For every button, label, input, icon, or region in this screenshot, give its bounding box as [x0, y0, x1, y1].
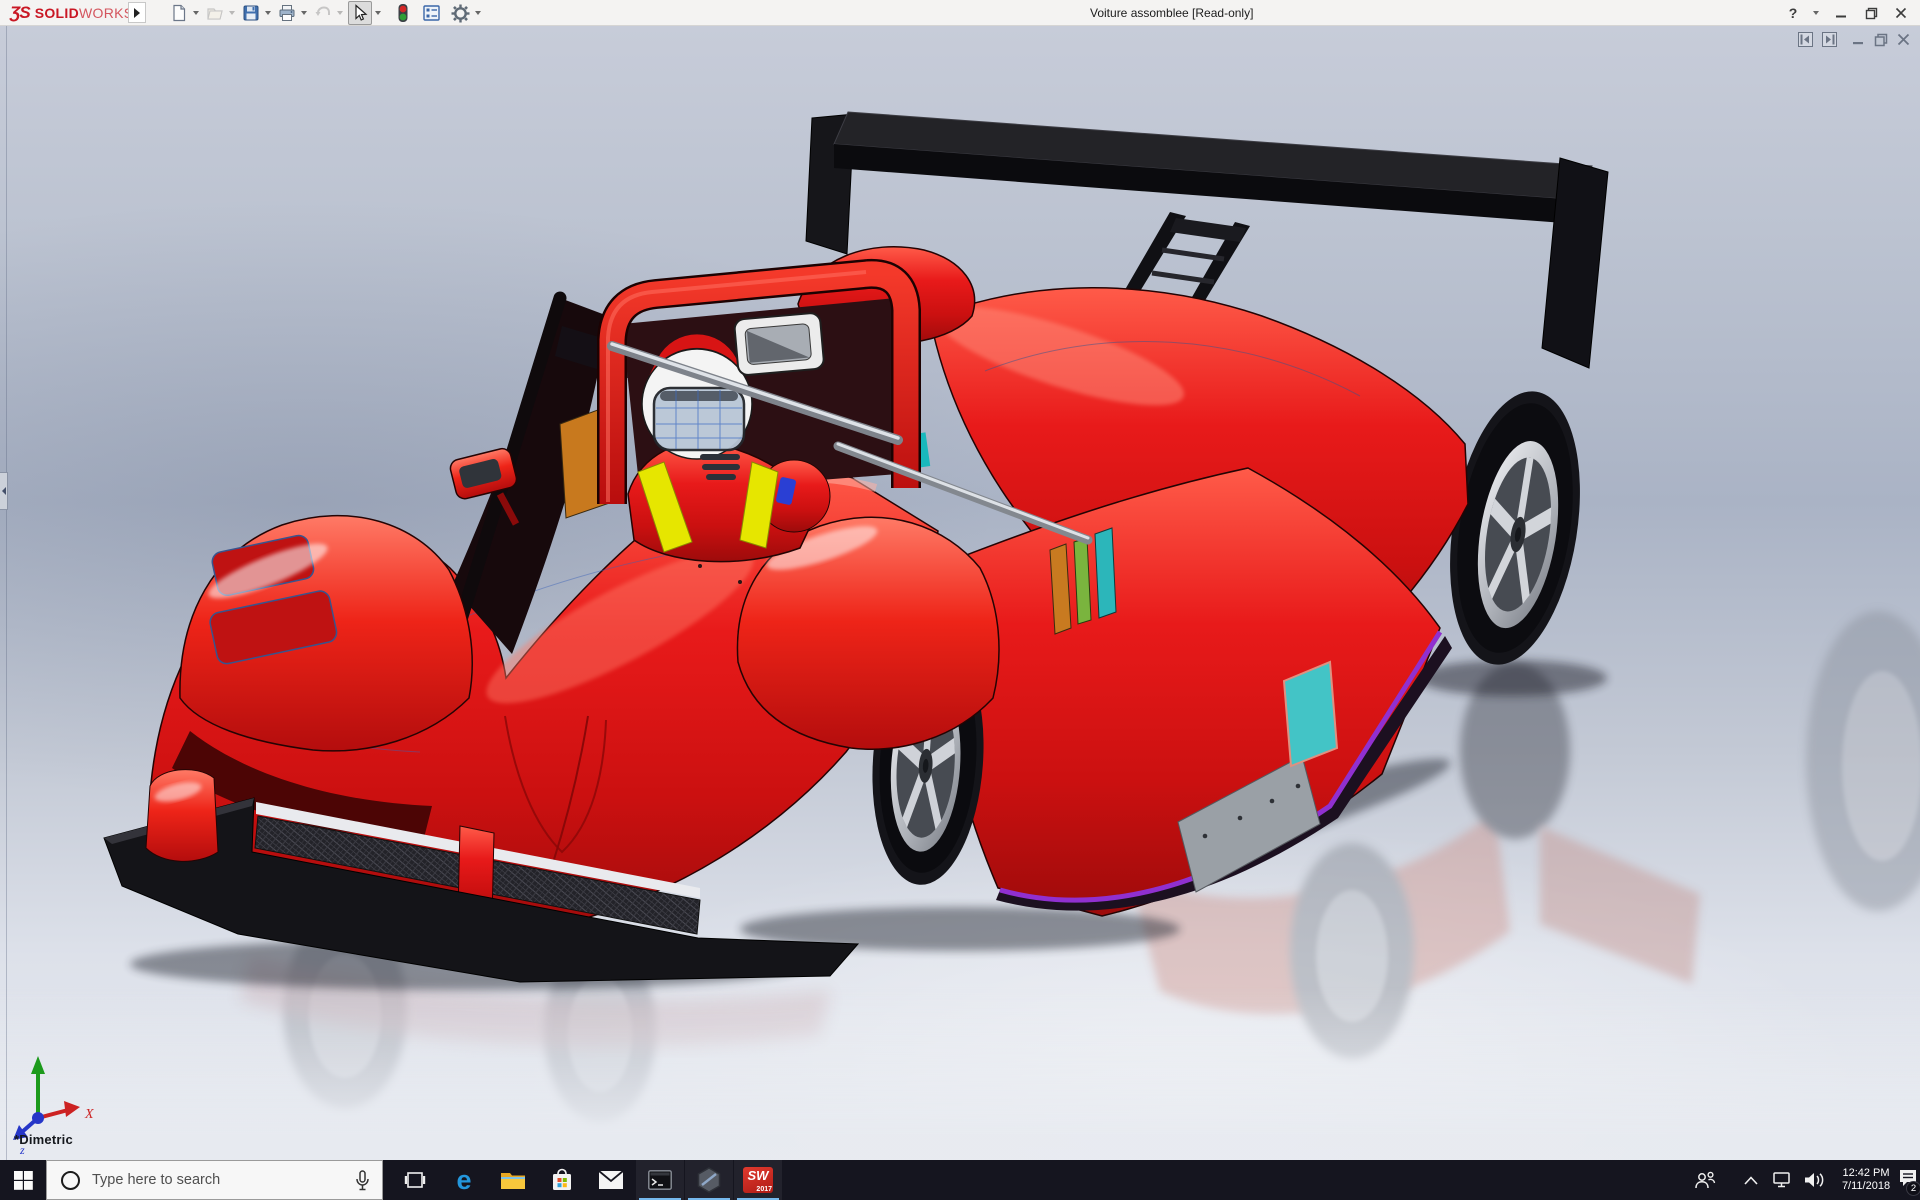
open-button[interactable] — [204, 1, 226, 25]
undo-icon — [315, 6, 330, 16]
save-button[interactable] — [240, 1, 262, 25]
minimize-button[interactable] — [1828, 2, 1854, 24]
store-button[interactable] — [538, 1160, 586, 1200]
action-center-button[interactable]: 2 — [1896, 1160, 1920, 1200]
help-dropdown-caret[interactable] — [1813, 11, 1819, 15]
taskbar-clock[interactable]: 12:42 PM 7/11/2018 — [1834, 1160, 1898, 1200]
side-window-teal — [1282, 660, 1339, 768]
display-settings-icon — [423, 5, 440, 21]
restore-icon — [1865, 7, 1877, 19]
quick-access-toolbar — [168, 0, 486, 26]
save-dropdown-caret[interactable] — [265, 11, 271, 15]
rebuild-button[interactable] — [394, 1, 412, 25]
network-button[interactable] — [1768, 1160, 1796, 1200]
doc-minimize-button[interactable] — [1852, 33, 1865, 46]
car-3d-model: X z — [0, 111, 1920, 1160]
display-settings-button[interactable] — [420, 1, 443, 25]
hexagon-app-icon — [697, 1167, 721, 1193]
expand-pane-button[interactable] — [1822, 32, 1837, 47]
view-orientation-label: *Dimetric — [14, 1132, 73, 1147]
store-icon — [553, 1168, 571, 1190]
save-floppy-icon — [243, 5, 259, 21]
close-button[interactable] — [1888, 2, 1914, 24]
flyout-arrow-icon — [134, 7, 140, 18]
clock-time: 12:42 PM — [1842, 1167, 1890, 1179]
undo-dropdown-caret[interactable] — [337, 11, 343, 15]
rear-wheel — [1450, 391, 1580, 665]
title-bar: ƷS SOLID WORKS Voiture assomblee [Read-o… — [0, 0, 1920, 26]
open-folder-icon — [207, 8, 223, 20]
collapse-pane-button[interactable] — [1798, 32, 1813, 47]
solidworks-logo: ƷS SOLID WORKS — [10, 3, 134, 22]
select-cursor-icon — [355, 4, 368, 21]
options-button[interactable] — [449, 1, 472, 25]
print-dropdown-caret[interactable] — [301, 11, 307, 15]
new-dropdown-caret[interactable] — [193, 11, 199, 15]
help-button[interactable]: ? — [1780, 2, 1806, 24]
document-window-controls — [1798, 32, 1910, 47]
notification-badge: 2 — [1906, 1181, 1920, 1196]
feature-manager-collapse-tab[interactable] — [0, 472, 8, 510]
hexagon-app-button[interactable] — [685, 1160, 733, 1200]
network-icon — [1773, 1172, 1793, 1188]
cortana-icon — [61, 1170, 80, 1190]
minimize-icon — [1836, 15, 1846, 18]
edge-button[interactable]: e — [440, 1160, 488, 1200]
reflection-fade — [0, 986, 1920, 1160]
select-tool-button[interactable] — [348, 1, 372, 25]
x-axis-label: X — [84, 1107, 94, 1122]
menu-flyout-arrow[interactable] — [128, 2, 146, 23]
people-button[interactable] — [1692, 1160, 1718, 1200]
mail-icon — [598, 1170, 624, 1189]
select-dropdown-caret[interactable] — [375, 11, 381, 15]
graphics-viewport[interactable]: X z *Dimetric — [0, 26, 1920, 1160]
chevron-up-icon — [1744, 1175, 1758, 1185]
new-document-button[interactable] — [168, 1, 190, 25]
doc-restore-button[interactable] — [1874, 33, 1888, 47]
doc-close-button[interactable] — [1897, 33, 1910, 46]
pane-right-arrow-icon — [1826, 34, 1835, 45]
collapse-arrow-icon — [1, 487, 6, 495]
new-document-icon — [173, 4, 186, 22]
microphone-icon[interactable] — [355, 1169, 370, 1191]
search-input[interactable] — [92, 1172, 343, 1188]
people-icon — [1695, 1171, 1716, 1189]
command-prompt-button[interactable] — [636, 1160, 684, 1200]
tray-overflow-button[interactable] — [1740, 1160, 1762, 1200]
windows-logo-icon — [13, 1170, 33, 1190]
undo-button[interactable] — [312, 1, 334, 25]
start-button[interactable] — [0, 1160, 46, 1200]
volume-button[interactable] — [1800, 1160, 1830, 1200]
windows-taskbar: e — [0, 1160, 1920, 1200]
window-title: Voiture assomblee [Read-only] — [1090, 6, 1254, 20]
open-dropdown-caret[interactable] — [229, 11, 235, 15]
print-icon — [279, 5, 295, 21]
file-explorer-button[interactable] — [489, 1160, 537, 1200]
mail-button[interactable] — [587, 1160, 635, 1200]
task-view-icon — [404, 1172, 426, 1188]
file-explorer-icon — [501, 1173, 525, 1189]
restore-button[interactable] — [1858, 2, 1884, 24]
print-button[interactable] — [276, 1, 298, 25]
options-gear-icon — [451, 4, 470, 22]
cockpit-teal-panel — [1094, 527, 1117, 619]
pane-left-arrow-icon — [1800, 34, 1809, 45]
task-view-button[interactable] — [391, 1160, 439, 1200]
close-icon — [1895, 7, 1907, 19]
edge-icon: e — [456, 1164, 472, 1195]
options-dropdown-caret[interactable] — [475, 11, 481, 15]
rearview-mirror — [733, 312, 825, 376]
command-prompt-icon — [648, 1170, 672, 1190]
solidworks-2017-button[interactable]: SW 2017 — [734, 1160, 782, 1200]
ds-logo-icon: ƷS — [10, 3, 31, 22]
speaker-icon — [1805, 1173, 1824, 1187]
taskbar-search[interactable] — [46, 1160, 383, 1200]
rebuild-traffic-light-icon — [398, 4, 408, 22]
clock-date: 7/11/2018 — [1841, 1180, 1891, 1192]
panel-splitter-line — [6, 26, 7, 1160]
solidworks-2017-icon: SW 2017 — [743, 1167, 773, 1193]
